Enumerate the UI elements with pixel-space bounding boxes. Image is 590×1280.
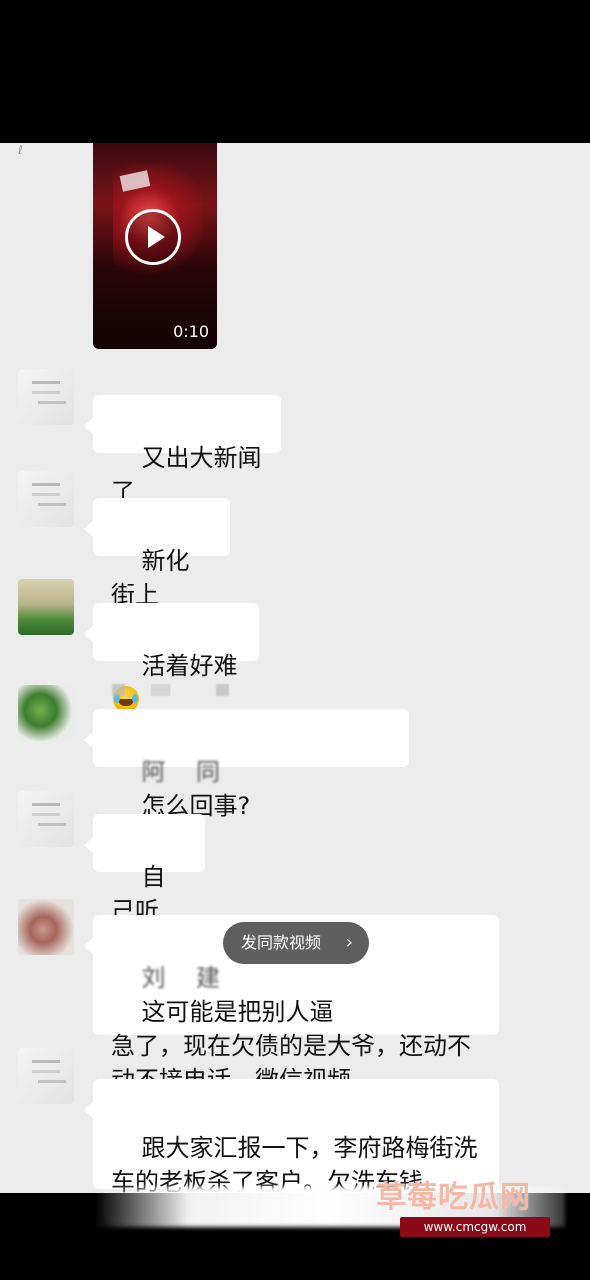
message-text: 新化街上 [111,547,190,609]
mention-masked: 阿 同 [141,758,221,786]
message-bubble: 又出大新闻了 [84,395,281,506]
message-text: 又出大新闻了 [111,444,262,506]
video-message[interactable]: 0:10 [93,143,217,349]
message-text: 活着好难 [141,652,238,680]
message-bubble: 活着好难 [84,603,259,712]
post-same-video-label: 发同款视频 [241,933,322,952]
avatar[interactable] [18,369,74,425]
message-bubble: 自己听 [84,814,205,925]
chat-area: ℓ 0:10 又出大新闻了 新化街上 活着好难 阿 同 怎么回事? 自己听 刘 … [0,143,590,1193]
avatar[interactable] [18,685,74,741]
watermark-url: www.cmcgw.com [400,1217,550,1237]
message-bubble: 新化街上 [84,498,230,609]
post-same-video-button[interactable]: 发同款视频 › [223,922,369,964]
avatar[interactable] [18,1048,74,1104]
chevron-right-icon: › [345,932,353,953]
avatar[interactable] [18,791,74,847]
message-bubble: 阿 同 怎么回事? [84,709,409,820]
video-duration: 0:10 [173,322,209,341]
avatar[interactable] [18,471,74,527]
avatar[interactable] [18,579,74,635]
mention-masked: 刘 建 [141,964,221,992]
sender-name [112,684,242,696]
top-black-bar [0,0,590,143]
play-icon[interactable] [125,209,181,265]
avatar[interactable] [18,899,74,955]
read-mark-icon: ℓ [18,143,23,157]
watermark-brand: 草莓吃瓜网 [376,1180,531,1215]
